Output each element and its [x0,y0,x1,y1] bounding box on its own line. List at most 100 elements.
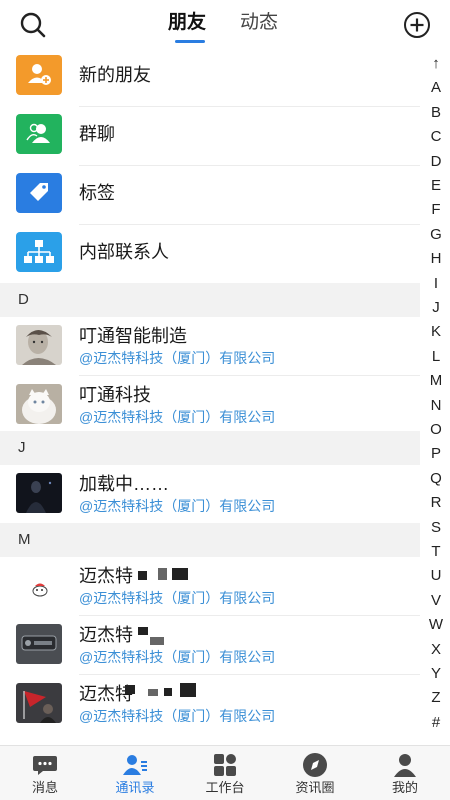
index-letter[interactable]: C [424,128,448,146]
section-header-d: D [0,283,420,317]
avatar [16,325,62,365]
feature-label: 标签 [79,183,115,203]
index-letter[interactable]: N [424,397,448,415]
add-circle-icon[interactable] [402,10,432,40]
index-letter[interactable]: Q [424,470,448,488]
index-letter[interactable]: G [424,226,448,244]
redaction-block [180,683,196,697]
contact-name: 加载中…… [79,474,169,494]
nav-news[interactable]: 资讯圈 [270,746,360,800]
tags-row[interactable]: 标签 [0,166,420,225]
index-letter[interactable]: Y [424,665,448,683]
avatar [16,624,62,664]
contact-name: 叮通智能制造 [79,326,187,346]
top-bar: 朋友 动态 [0,0,450,48]
nav-label: 工作台 [205,780,245,795]
redaction-block [125,685,135,694]
avatar [16,683,62,723]
contact-company: @迈杰特科技（厦门）有限公司 [79,649,276,665]
index-letter[interactable]: ↑ [424,55,448,73]
redaction-block [148,689,158,696]
index-letter[interactable]: U [424,567,448,585]
nav-label: 消息 [31,780,58,795]
contact-company: @迈杰特科技（厦门）有限公司 [79,708,276,724]
index-letter[interactable]: J [424,299,448,317]
contact-company: @迈杰特科技（厦门）有限公司 [79,590,276,606]
index-letter[interactable]: E [424,177,448,195]
section-letter: M [18,531,31,548]
index-letter[interactable]: L [424,348,448,366]
index-letter[interactable]: M [424,372,448,390]
contact-row[interactable]: 加载中…… @迈杰特科技（厦门）有限公司 [0,465,420,524]
nav-workbench[interactable]: 工作台 [180,746,270,800]
nav-messages[interactable]: 消息 [0,746,90,800]
contact-row[interactable]: 叮通智能制造 @迈杰特科技（厦门）有限公司 [0,317,420,376]
feature-label: 新的朋友 [79,65,151,85]
index-letter[interactable]: O [424,421,448,439]
new-friend-icon [16,55,62,95]
index-letter[interactable]: D [424,153,448,171]
index-letter[interactable]: I [424,275,448,293]
avatar [16,473,62,513]
redaction-block [138,627,148,635]
index-letter[interactable]: V [424,592,448,610]
tab-friends[interactable]: 朋友 [168,10,206,36]
section-header-j: J [0,431,420,465]
contact-row[interactable]: 叮通科技 @迈杰特科技（厦门）有限公司 [0,376,420,435]
contact-row[interactable]: 迈杰特 @迈杰特科技（厦门）有限公司 [0,557,420,616]
feature-label: 内部联系人 [79,242,169,262]
index-letter[interactable]: F [424,201,448,219]
index-letter[interactable]: A [424,79,448,97]
contact-company: @迈杰特科技（厦门）有限公司 [79,409,276,425]
index-letter[interactable]: Z [424,689,448,707]
contact-name: 迈杰特 [79,625,133,645]
internal-contacts-row[interactable]: 内部联系人 [0,225,420,284]
index-letter[interactable]: W [424,616,448,634]
compass-icon [302,752,328,778]
bottom-navigation: 消息 通讯录 工作台 资讯圈 我的 [0,745,450,800]
message-icon [32,752,58,778]
index-letter[interactable]: P [424,445,448,463]
section-header-m: M [0,523,420,557]
feature-label: 群聊 [79,124,115,144]
section-letter: D [18,291,29,308]
index-letter[interactable]: B [424,104,448,122]
active-tab-indicator [175,40,205,43]
index-letter[interactable]: # [424,714,448,732]
tab-moments[interactable]: 动态 [240,10,278,36]
redaction-block [164,688,172,696]
index-letter[interactable]: R [424,494,448,512]
org-chart-icon [16,232,62,272]
new-friends-row[interactable]: 新的朋友 [0,48,420,107]
index-letter[interactable]: K [424,323,448,341]
contact-company: @迈杰特科技（厦门）有限公司 [79,498,276,514]
contact-row[interactable]: 迈杰特 @迈杰特科技（厦门）有限公司 [0,675,420,734]
nav-contacts[interactable]: 通讯录 [90,746,180,800]
nav-profile[interactable]: 我的 [360,746,450,800]
alphabet-index-bar[interactable]: ↑ A B C D E F G H I J K L M N O P Q R S T U V W X Y Z # [424,55,448,745]
index-letter[interactable]: T [424,543,448,561]
workbench-icon [212,752,238,778]
contact-company: @迈杰特科技（厦门）有限公司 [79,350,276,366]
contact-name: 叮通科技 [79,385,151,405]
contact-name: 迈杰特 [79,566,133,586]
contacts-icon [122,752,148,778]
search-icon[interactable] [18,10,48,40]
tag-icon [16,173,62,213]
index-letter[interactable]: X [424,641,448,659]
nav-label: 通讯录 [115,780,155,795]
profile-icon [392,752,418,778]
redaction-block [158,568,167,580]
redaction-block [172,568,188,580]
nav-label: 我的 [391,780,418,795]
index-letter[interactable]: S [424,519,448,537]
section-letter: J [18,439,26,456]
group-chat-row[interactable]: 群聊 [0,107,420,166]
nav-label: 资讯圈 [295,780,335,795]
redaction-block [138,571,147,580]
avatar [16,384,62,424]
index-letter[interactable]: H [424,250,448,268]
redaction-block [150,637,164,645]
contact-row[interactable]: 迈杰特 @迈杰特科技（厦门）有限公司 [0,616,420,675]
avatar [16,565,62,605]
